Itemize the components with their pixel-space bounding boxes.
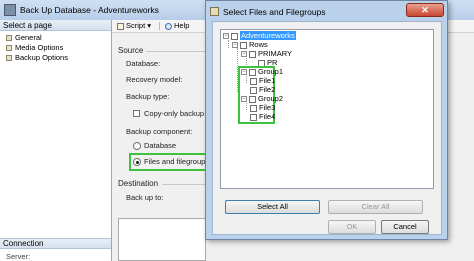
- collapse-icon[interactable]: −: [241, 96, 247, 103]
- copy-only-checkbox[interactable]: [133, 110, 140, 117]
- connection-header: Connection: [0, 238, 111, 249]
- files-filegroups-radio[interactable]: [133, 158, 141, 166]
- help-label: Help: [174, 21, 190, 30]
- cancel-button[interactable]: Cancel: [381, 220, 429, 234]
- clear-all-button[interactable]: Clear All: [328, 200, 423, 214]
- dialog-body: − Adventureworks − Rows − PRIMARY PR − Group…: [212, 21, 442, 235]
- database-radio-label: Database: [144, 141, 177, 150]
- tree-checkbox[interactable]: [250, 86, 257, 94]
- destination-section-label: Destination: [118, 179, 159, 188]
- section-divider: [146, 51, 206, 52]
- tree-checkbox[interactable]: [249, 68, 256, 76]
- tree-node-file3[interactable]: File3: [250, 103, 275, 112]
- tree-checkbox[interactable]: [250, 77, 257, 85]
- server-label: Server:: [6, 252, 31, 261]
- backup-type-label: Backup type:: [126, 92, 170, 101]
- collapse-icon[interactable]: −: [223, 33, 229, 40]
- page-icon: [6, 55, 12, 62]
- select-files-dialog: Select Files and Filegroups ✕ − Adventure…: [205, 0, 448, 240]
- page-item-backup-options[interactable]: Backup Options: [6, 53, 68, 62]
- source-section-label: Source: [118, 46, 144, 55]
- page-item-label: Media Options: [15, 43, 64, 52]
- tree-checkbox[interactable]: [250, 104, 257, 112]
- database-radio[interactable]: [133, 142, 141, 150]
- toolbar-separator: [159, 22, 160, 30]
- page-item-media-options[interactable]: Media Options: [6, 43, 63, 52]
- tree-node-group2[interactable]: − Group2: [241, 94, 283, 103]
- page-item-general[interactable]: General: [6, 33, 42, 42]
- section-divider: [162, 184, 206, 185]
- tree-node-database[interactable]: − Adventureworks: [223, 31, 296, 40]
- page-icon: [6, 45, 12, 52]
- script-icon: [117, 22, 124, 30]
- tree-node-rows[interactable]: − Rows: [232, 40, 268, 49]
- ok-button[interactable]: OK: [328, 220, 376, 234]
- tree-node-label: File3: [259, 103, 276, 112]
- help-button[interactable]: Help: [165, 21, 189, 31]
- back-up-to-label: Back up to:: [126, 193, 164, 202]
- help-icon: [165, 22, 172, 30]
- tree-node-file2[interactable]: File2: [250, 85, 275, 94]
- tree-checkbox[interactable]: [249, 95, 256, 103]
- page-icon: [6, 35, 12, 42]
- filegroup-tree[interactable]: − Adventureworks − Rows − PRIMARY PR − Group…: [220, 29, 434, 189]
- tree-node-label: File4: [259, 112, 276, 121]
- tree-node-label: Adventureworks: [240, 31, 296, 40]
- tree-checkbox[interactable]: [240, 41, 247, 49]
- page-item-label: General: [15, 33, 42, 42]
- tree-node-label: Rows: [249, 40, 268, 49]
- tree-node-label: File1: [259, 76, 276, 85]
- backup-destination-list[interactable]: [118, 218, 206, 261]
- tree-checkbox[interactable]: [250, 113, 257, 121]
- collapse-icon[interactable]: −: [241, 51, 247, 58]
- backup-component-label: Backup component:: [126, 127, 193, 136]
- tree-node-group1[interactable]: − Group1: [241, 67, 283, 76]
- collapse-icon[interactable]: −: [232, 42, 238, 49]
- database-label: Database:: [126, 59, 161, 68]
- tree-checkbox[interactable]: [249, 50, 256, 58]
- page-selector-panel: Select a page General Media Options Back…: [0, 20, 112, 261]
- select-page-header: Select a page: [0, 20, 111, 31]
- copy-only-label: Copy-only backup: [144, 109, 205, 118]
- dialog-title: Select Files and Filegroups: [223, 7, 326, 17]
- tree-node-label: File2: [259, 85, 276, 94]
- select-all-button[interactable]: Select All: [225, 200, 320, 214]
- tree-node-label: Group1: [258, 67, 284, 76]
- chevron-down-icon[interactable]: ▾: [147, 21, 151, 30]
- database-icon: [4, 4, 16, 16]
- tree-node-label: Group2: [258, 94, 284, 103]
- window-title: Back Up Database - Adventureworks: [20, 5, 159, 15]
- page-item-label: Backup Options: [15, 53, 68, 62]
- recovery-model-label: Recovery model:: [126, 75, 183, 84]
- close-button[interactable]: ✕: [406, 3, 444, 17]
- tree-connector: [228, 40, 230, 48]
- collapse-icon[interactable]: −: [241, 69, 247, 76]
- dialog-icon: [210, 7, 219, 16]
- close-icon: ✕: [421, 5, 429, 15]
- tree-checkbox[interactable]: [231, 32, 238, 40]
- tree-node-primary[interactable]: − PRIMARY: [241, 49, 292, 58]
- tree-node-file1[interactable]: File1: [250, 76, 275, 85]
- script-label: Script: [126, 21, 146, 30]
- tree-node-label: PRIMARY: [258, 49, 293, 58]
- files-filegroups-radio-label: Files and filegroups:: [144, 157, 212, 166]
- tree-node-file4[interactable]: File4: [250, 112, 275, 121]
- script-button[interactable]: Script ▾: [117, 21, 151, 31]
